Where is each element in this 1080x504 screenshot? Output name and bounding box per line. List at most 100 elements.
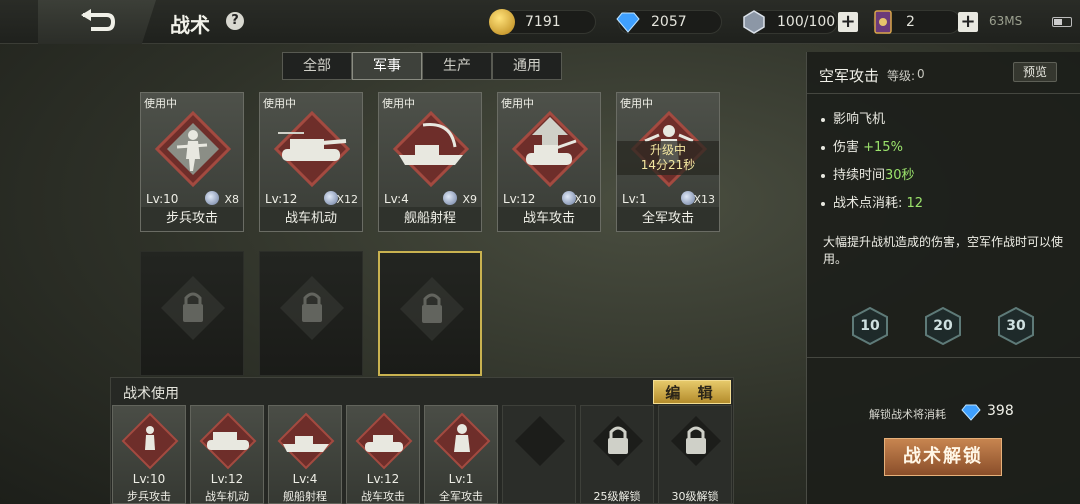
tab-production[interactable]: 生产 xyxy=(422,52,492,80)
stat-duration: 持续时间30秒 xyxy=(821,164,915,183)
level-20-button[interactable]: 20 xyxy=(924,306,962,346)
locked-helicopter-icon xyxy=(161,276,225,340)
edit-button[interactable]: 编 辑 xyxy=(653,380,731,404)
tactic-card-tank-attack[interactable]: 使用中 Lv:12 X10 战车攻击 xyxy=(497,92,601,232)
tactic-description: 大幅提升战机造成的伤害，空军作战时可以使用。 xyxy=(823,235,1064,266)
tank-icon xyxy=(199,412,257,470)
bullet-icon xyxy=(821,145,825,150)
unlock-cost-label: 解锁战术将消耗 xyxy=(869,408,946,421)
locked-tactic-card-1[interactable] xyxy=(140,251,244,376)
usage-slot-8-locked[interactable]: 30级解锁 xyxy=(658,405,732,504)
gold-counter: 7191 xyxy=(489,9,596,35)
level-button-label: 30 xyxy=(1006,318,1026,334)
tactic-card-tank-mobility[interactable]: 使用中 Lv:12 X12 战车机动 xyxy=(259,92,363,232)
usage-slot-5[interactable]: Lv:1 全军攻击 xyxy=(424,405,498,504)
help-icon[interactable]: ? xyxy=(226,12,244,30)
usage-slot-1[interactable]: Lv:10 步兵攻击 xyxy=(112,405,186,504)
level-button-label: 20 xyxy=(933,318,953,334)
card-level: Lv:10 xyxy=(146,192,179,206)
card-level: Lv:4 xyxy=(384,192,409,206)
card-name: 战车攻击 xyxy=(498,207,600,231)
lock-icon xyxy=(671,416,721,466)
stat-label: 影响飞机 xyxy=(833,112,886,127)
level-label: 等级: xyxy=(887,69,916,83)
card-name: 战车机动 xyxy=(260,207,362,231)
stat-label: 持续时间 xyxy=(833,168,886,183)
tactic-gem-icon xyxy=(443,191,457,205)
tab-general[interactable]: 通用 xyxy=(492,52,562,80)
panel-header: 空军攻击 等级: 0 预览 xyxy=(807,52,1080,94)
usage-slot-7-locked[interactable]: 25级解锁 xyxy=(580,405,654,504)
ship-icon xyxy=(393,111,469,187)
card-name: 步兵攻击 xyxy=(141,207,243,231)
stat-value: +15% xyxy=(863,140,903,155)
tab-all[interactable]: 全部 xyxy=(282,52,352,80)
infantry-icon xyxy=(155,111,231,187)
slot-name: 全军攻击 xyxy=(439,490,483,503)
stat-target: 影响飞机 xyxy=(821,108,885,127)
stat-damage: 伤害 +15% xyxy=(821,136,903,155)
usage-slot-2[interactable]: Lv:12 战车机动 xyxy=(190,405,264,504)
tactic-card-infantry-attack[interactable]: 使用中 Lv:10 X8 步兵攻击 xyxy=(140,92,244,232)
back-button[interactable] xyxy=(38,0,156,44)
level-10-button[interactable]: 10 xyxy=(851,306,889,346)
tactic-title: 空军攻击 xyxy=(819,67,880,85)
add-energy-button[interactable]: + xyxy=(838,12,858,32)
energy-value: 100/100 xyxy=(777,14,836,30)
upgrading-label: 升级中 xyxy=(649,143,686,157)
empty-slot-icon xyxy=(515,416,565,466)
bullet-icon xyxy=(821,173,825,178)
slot-unlock-label: 30级解锁 xyxy=(671,490,719,503)
unlock-tactic-button[interactable]: 战术解锁 xyxy=(884,438,1002,476)
tank-attack-icon xyxy=(512,111,588,187)
locked-tactic-card-air-attack[interactable] xyxy=(378,251,482,376)
tab-military[interactable]: 军事 xyxy=(352,52,422,80)
tank-attack-icon xyxy=(355,412,413,470)
card-counter: 2 xyxy=(873,10,961,34)
in-use-label: 使用中 xyxy=(144,97,177,110)
gold-coin-icon xyxy=(489,9,515,35)
card-value: 2 xyxy=(906,14,915,30)
tactic-gem-icon xyxy=(205,191,219,205)
slot-level: Lv:1 xyxy=(448,472,474,486)
locked-tactic-card-2[interactable] xyxy=(259,251,363,376)
preview-button[interactable]: 预览 xyxy=(1013,62,1057,82)
battery-icon xyxy=(1052,17,1072,27)
slot-level: Lv:10 xyxy=(132,472,166,486)
gold-value: 7191 xyxy=(525,14,561,30)
network-latency: 63MS xyxy=(989,14,1023,28)
upgrade-status: 升级中 14分21秒 xyxy=(617,141,719,175)
stat-value: 30秒 xyxy=(885,168,915,183)
tactic-card-all-army-attack[interactable]: 使用中 升级中 14分21秒 Lv:1 X13 全军攻击 xyxy=(616,92,720,232)
add-card-button[interactable]: + xyxy=(958,12,978,32)
usage-slot-3[interactable]: Lv:4 舰船射程 xyxy=(268,405,342,504)
slot-name: 步兵攻击 xyxy=(127,490,171,503)
energy-crystal-icon xyxy=(743,10,765,34)
level-value: 0 xyxy=(917,67,925,81)
usage-slot-4[interactable]: Lv:12 战车攻击 xyxy=(346,405,420,504)
in-use-label: 使用中 xyxy=(620,97,653,110)
usage-slot-6-empty[interactable] xyxy=(502,405,576,504)
bullet-icon xyxy=(821,117,825,122)
slot-name: 战车机动 xyxy=(205,490,249,503)
slot-level: Lv:4 xyxy=(292,472,318,486)
slot-unlock-label: 25级解锁 xyxy=(593,490,641,503)
diamond-icon xyxy=(961,404,981,421)
card-count: X8 xyxy=(224,193,239,206)
card-level: Lv:12 xyxy=(503,192,536,206)
usage-title: 战术使用 xyxy=(123,386,179,402)
level-30-button[interactable]: 30 xyxy=(997,306,1035,346)
locked-vehicle-icon xyxy=(280,276,344,340)
unlock-section: 解锁战术将消耗 398 战术解锁 xyxy=(807,357,1080,504)
card-count: X13 xyxy=(693,193,715,206)
card-name: 舰船射程 xyxy=(379,207,481,231)
level-button-label: 10 xyxy=(860,318,880,334)
energy-counter: 100/100 xyxy=(743,10,838,34)
card-name: 全军攻击 xyxy=(617,207,719,231)
top-bar: 战术 ? 7191 2057 100/100 + 2 + 63MS xyxy=(0,0,1080,44)
card-icon xyxy=(874,10,892,34)
card-count: X12 xyxy=(336,193,358,206)
tactic-card-ship-range[interactable]: 使用中 Lv:4 X9 舰船射程 xyxy=(378,92,482,232)
ship-icon xyxy=(277,412,335,470)
soldier-emblem-icon xyxy=(433,412,491,470)
